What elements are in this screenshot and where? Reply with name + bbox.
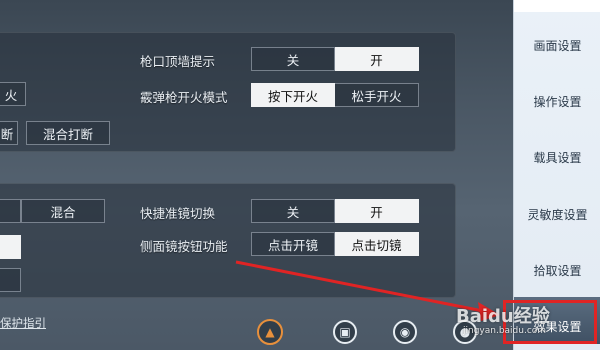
annotation-arrow <box>235 260 500 321</box>
baidu-watermark: Baidu经验 <box>456 306 550 327</box>
baidu-watermark-url: jingyan.baidu.com <box>463 326 547 336</box>
annotation-arrow-line <box>235 260 489 314</box>
